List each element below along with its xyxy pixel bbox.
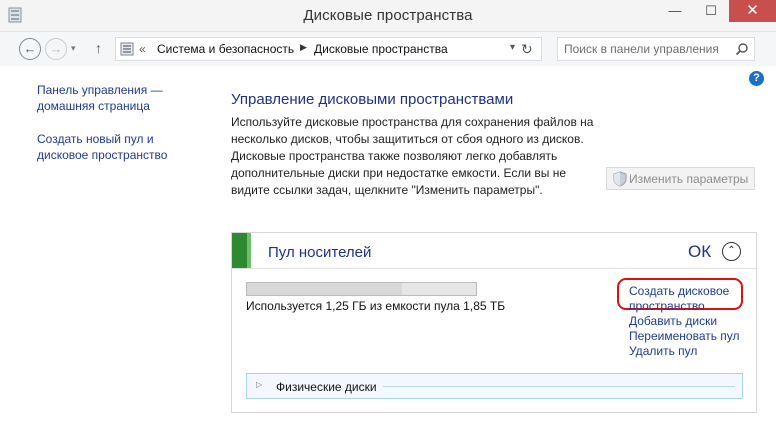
address-dropdown-icon[interactable]: ▾ [510, 42, 515, 53]
maximize-button[interactable]: ☐ [693, 0, 729, 22]
pool-status-stripe [232, 233, 251, 268]
pool-task-list: Создать дисковое пространство Добавить д… [629, 284, 756, 359]
recent-pages-dropdown-icon[interactable]: ▾ [71, 43, 76, 54]
pool-status: ОК [688, 242, 712, 261]
collapse-icon[interactable]: ⌃ [722, 242, 741, 261]
divider [383, 386, 735, 387]
sidebar-item-create-pool[interactable]: Создать новый пул и дисковое пространств… [37, 131, 197, 163]
back-button[interactable]: ← [19, 38, 41, 60]
pool-name: Пул носителей [268, 244, 372, 261]
search-box[interactable] [557, 37, 755, 61]
delete-pool-link[interactable]: Удалить пул [629, 344, 756, 359]
refresh-icon[interactable]: ↻ [521, 41, 533, 58]
add-drives-link[interactable]: Добавить диски [629, 314, 756, 329]
pool-usage-fill [247, 283, 402, 295]
page-title: Управление дисковыми пространствами [231, 91, 514, 108]
sidebar-item-control-panel-home[interactable]: Панель управления — домашняя страница [37, 82, 197, 114]
breadcrumb-system-security[interactable]: Система и безопасность [157, 42, 294, 56]
pool-usage-text: Используется 1,25 ГБ из емкости пула 1,8… [246, 299, 506, 313]
search-input[interactable] [564, 42, 729, 56]
title-bar: Дисковые пространства — ☐ ✕ [0, 0, 776, 32]
help-icon[interactable]: ? [749, 71, 764, 86]
storage-pool-panel: Пул носителей ОК ⌃ Используется 1,25 ГБ … [231, 232, 757, 413]
content-area: ? Панель управления — домашняя страница … [0, 66, 776, 447]
change-settings-button[interactable]: Изменить параметры [606, 167, 755, 190]
search-icon[interactable] [735, 42, 749, 56]
control-panel-icon [120, 42, 134, 56]
create-storage-space-link[interactable]: Создать дисковое пространство [629, 284, 756, 314]
address-bar[interactable]: « Система и безопасность ▶ Дисковые прос… [115, 37, 542, 61]
up-button[interactable]: ↑ [95, 40, 102, 56]
divider [232, 268, 756, 269]
page-description: Используйте дисковые пространства для со… [231, 115, 594, 197]
pool-usage-bar [246, 282, 477, 296]
breadcrumb-arrow-icon[interactable]: ▶ [300, 42, 307, 53]
breadcrumb-storage-spaces[interactable]: Дисковые пространства [314, 42, 448, 56]
minimize-button[interactable]: — [657, 0, 693, 22]
physical-disks-section[interactable]: ▷ Физические диски [246, 373, 743, 399]
forward-button[interactable]: → [45, 38, 67, 60]
close-button[interactable]: ✕ [729, 0, 776, 22]
uac-shield-icon [613, 171, 627, 187]
navigation-bar: ← → ▾ ↑ « Система и безопасность ▶ Диско… [0, 32, 776, 66]
expand-triangle-icon[interactable]: ▷ [256, 380, 262, 389]
physical-disks-label: Физические диски [276, 380, 377, 394]
breadcrumb-overflow-icon[interactable]: « [139, 42, 146, 56]
change-settings-label: Изменить параметры [629, 172, 749, 186]
rename-pool-link[interactable]: Переименовать пул [629, 329, 756, 344]
